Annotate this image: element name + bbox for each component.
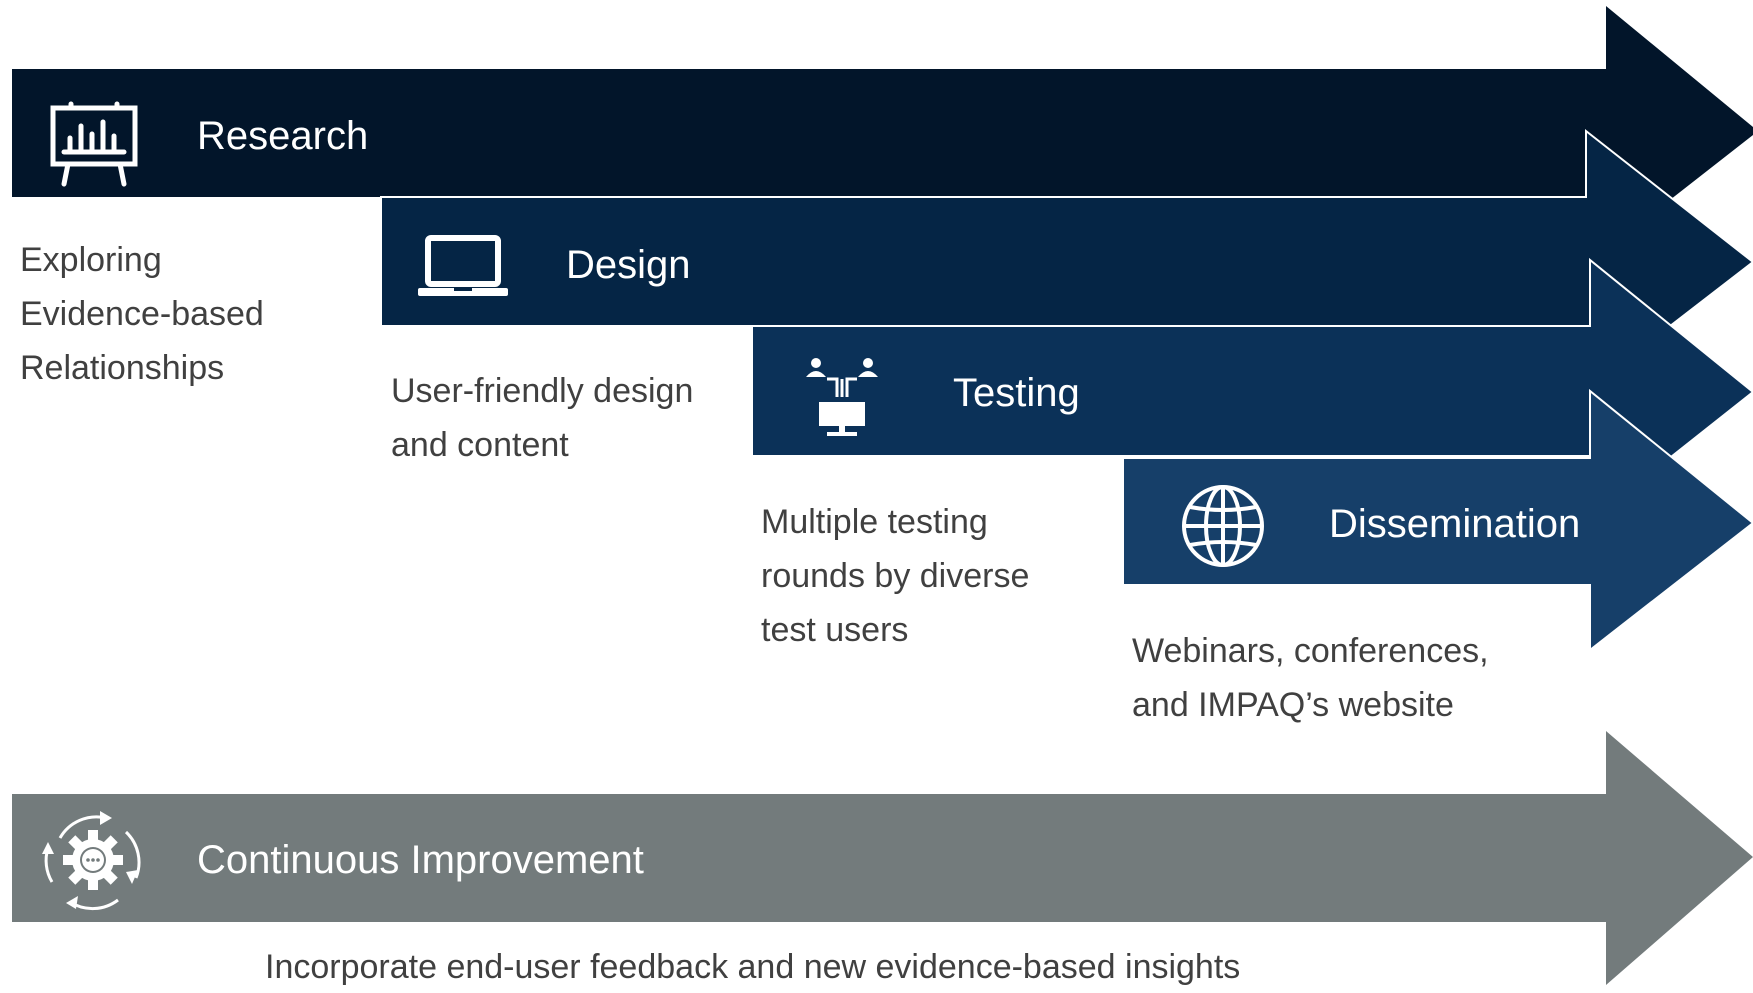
dissemination-description: Webinars, conferences, and IMPAQ’s websi… [1132,624,1489,732]
laptop-icon [418,235,508,296]
description-line: and content [391,426,569,464]
description-line: Evidence-based [20,295,264,333]
presentation-chart-icon [50,101,138,187]
design-description: User-friendly design and content [391,364,693,472]
process-diagram: Research Design Testing Dissemination Co… [0,0,1753,993]
description-line: and IMPAQ’s website [1132,686,1454,724]
testing-description: Multiple testing rounds by diverse test … [761,495,1029,657]
testing-title: Testing [953,371,1080,415]
description-line: User-friendly design [391,372,694,410]
users-computer-network-icon [806,358,878,436]
dissemination-title: Dissemination [1329,502,1581,546]
improvement-title: Continuous Improvement [197,838,644,882]
description-line: test users [761,611,909,649]
improvement-description-text: Incorporate end-user feedback and new ev… [265,948,1241,986]
description-line: Exploring [20,241,162,279]
gear-cycle-icon [42,811,141,911]
globe-icon [1182,485,1264,567]
improvement-description: Incorporate end-user feedback and new ev… [265,947,1240,987]
research-description: Exploring Evidence-based Relationships [20,233,264,395]
description-line: rounds by diverse [761,557,1030,595]
description-line: Relationships [20,349,225,387]
design-title: Design [566,243,691,287]
research-title: Research [197,114,369,158]
description-line: Webinars, conferences, [1132,632,1489,670]
description-line: Multiple testing [761,503,988,541]
